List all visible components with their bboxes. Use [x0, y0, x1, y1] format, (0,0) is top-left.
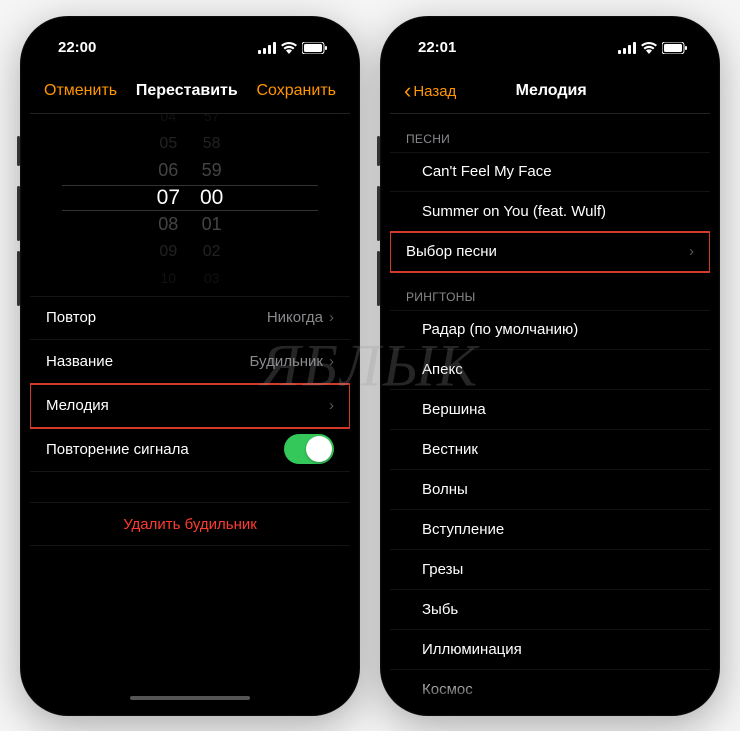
nav-title: Переставить: [136, 82, 238, 100]
battery-icon: [302, 42, 328, 54]
picker-item: 01: [200, 211, 223, 238]
nav-bar: Отменить Переставить Сохранить: [30, 70, 350, 114]
delete-alarm-button[interactable]: Удалить будильник: [30, 502, 350, 546]
picker-item: 10: [157, 265, 180, 292]
phone-left: 22:00 Отменить Переставить Сохранить: [20, 16, 360, 716]
list-item-label: Вершина: [422, 401, 486, 418]
picker-item: 59: [200, 157, 223, 184]
phone-right: 22:01 ‹ Назад Мелодия ПЕСНИ: [380, 16, 720, 716]
section-header-songs: ПЕСНИ: [390, 114, 710, 152]
row-label: Название: [46, 353, 113, 370]
ringtone-row[interactable]: Апекс: [390, 350, 710, 390]
row-value: Будильник: [250, 353, 323, 370]
list-item-label: Апекс: [422, 361, 463, 378]
picker-item: 57: [200, 114, 223, 131]
list-item-label: Вестник: [422, 441, 478, 458]
notch: [110, 26, 270, 50]
picker-item: 03: [200, 265, 223, 292]
ringtone-row[interactable]: Вестник: [390, 430, 710, 470]
ringtone-row[interactable]: Грезы: [390, 550, 710, 590]
row-label: Повтор: [46, 309, 96, 326]
picker-item: 58: [200, 130, 223, 157]
list-item-label: Волны: [422, 481, 468, 498]
row-snooze: Повторение сигнала: [30, 428, 350, 472]
list-item-label: Грезы: [422, 561, 463, 578]
back-label: Назад: [413, 83, 456, 100]
section-header-ringtones: РИНГТОНЫ: [390, 272, 710, 310]
row-label: Мелодия: [46, 397, 109, 414]
picker-item-selected: 00: [200, 184, 223, 211]
row-repeat[interactable]: Повтор Никогда ›: [30, 296, 350, 340]
notch: [470, 26, 630, 50]
row-value: Никогда: [267, 309, 323, 326]
status-time: 22:00: [58, 39, 96, 56]
row-label: Повторение сигнала: [46, 441, 189, 458]
ringtone-row[interactable]: Волны: [390, 470, 710, 510]
ringtone-row[interactable]: Зыбь: [390, 590, 710, 630]
chevron-left-icon: ‹: [404, 80, 411, 102]
chevron-right-icon: ›: [329, 397, 334, 414]
picker-item: 08: [157, 211, 180, 238]
picker-item: 02: [200, 238, 223, 265]
row-sound[interactable]: Мелодия ›: [30, 384, 350, 428]
list-item-label: Космос: [422, 681, 473, 698]
ringtone-row[interactable]: Радар (по умолчанию): [390, 310, 710, 350]
nav-title: Мелодия: [516, 82, 587, 100]
status-icons: [618, 42, 688, 54]
picker-item: 05: [157, 130, 180, 157]
list-item-label: Иллюминация: [422, 641, 522, 658]
list-item-label: Зыбь: [422, 601, 458, 618]
picker-item: 06: [157, 157, 180, 184]
chevron-right-icon: ›: [689, 243, 694, 260]
ringtone-row[interactable]: Вершина: [390, 390, 710, 430]
ringtone-row[interactable]: Иллюминация: [390, 630, 710, 670]
song-row[interactable]: Summer on You (feat. Wulf): [390, 192, 710, 232]
song-row[interactable]: Can't Feel My Face: [390, 152, 710, 192]
list-item-label: Вступление: [422, 521, 504, 538]
pick-song-row[interactable]: Выбор песни ›: [390, 232, 710, 272]
ringtone-row[interactable]: Космос: [390, 670, 710, 706]
ringtone-row[interactable]: Вступление: [390, 510, 710, 550]
status-icons: [258, 42, 328, 54]
back-button[interactable]: ‹ Назад: [404, 80, 456, 102]
picker-item-selected: 07: [157, 184, 180, 211]
nav-bar: ‹ Назад Мелодия: [390, 70, 710, 114]
wifi-icon: [281, 42, 297, 54]
time-picker[interactable]: 04 05 06 07 08 09 10 57 58 59 00 01 02 0…: [30, 118, 350, 278]
cancel-button[interactable]: Отменить: [44, 82, 117, 100]
picker-item: 04: [157, 114, 180, 131]
snooze-toggle[interactable]: [284, 434, 334, 464]
chevron-right-icon: ›: [329, 353, 334, 370]
home-indicator[interactable]: [130, 696, 250, 700]
status-time: 22:01: [418, 39, 456, 56]
list-item-label: Радар (по умолчанию): [422, 321, 578, 338]
list-item-label: Can't Feel My Face: [422, 163, 552, 180]
list-item-label: Выбор песни: [406, 243, 497, 260]
battery-icon: [662, 42, 688, 54]
list-item-label: Summer on You (feat. Wulf): [422, 203, 606, 220]
picker-item: 09: [157, 238, 180, 265]
chevron-right-icon: ›: [329, 309, 334, 326]
save-button[interactable]: Сохранить: [256, 82, 336, 100]
minute-picker[interactable]: 57 58 59 00 01 02 03: [200, 114, 223, 293]
row-name[interactable]: Название Будильник ›: [30, 340, 350, 384]
hour-picker[interactable]: 04 05 06 07 08 09 10: [157, 114, 180, 293]
wifi-icon: [641, 42, 657, 54]
